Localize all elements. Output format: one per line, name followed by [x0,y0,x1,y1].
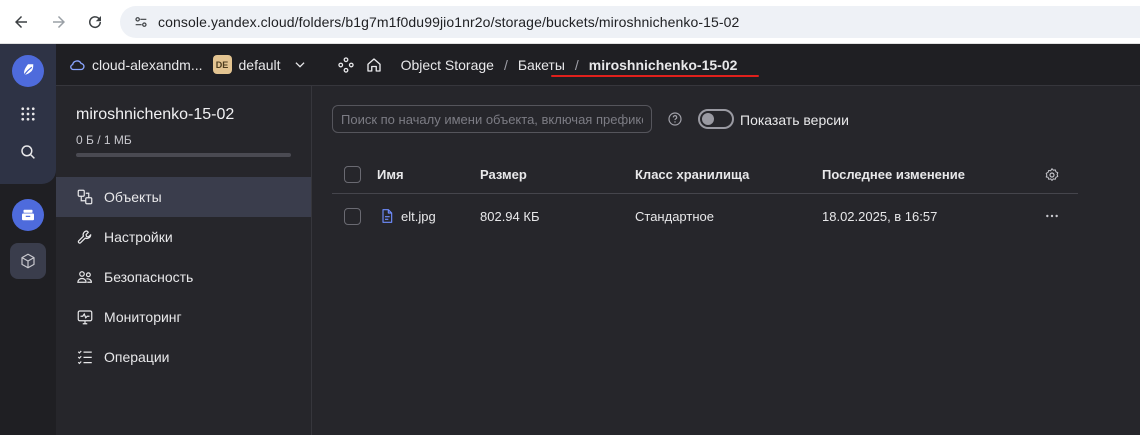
folder-badge: DE [212,55,232,74]
table-row[interactable]: elt.jpg 802.94 КБ Стандартное 18.02.2025… [332,194,1078,238]
file-name-cell[interactable]: elt.jpg [379,194,436,238]
yandex-cloud-logo-icon[interactable] [12,55,44,87]
toggle-knob [702,113,714,125]
red-underline-annotation [551,75,759,77]
file-name[interactable]: elt.jpg [401,209,436,224]
sidebar-item-label: Мониторинг [104,309,182,325]
sidebar-item-operations[interactable]: Операции [56,337,311,377]
help-icon[interactable] [667,111,683,127]
gear-icon [1045,167,1059,181]
column-header-name[interactable]: Имя [377,156,404,193]
chevron-down-icon[interactable] [293,58,307,72]
select-all-checkbox-cell [344,156,361,193]
address-bar[interactable]: console.yandex.cloud/folders/b1g7m1f0du9… [120,6,1140,38]
browser-toolbar: console.yandex.cloud/folders/b1g7m1f0du9… [0,0,1140,44]
sidebar-item-label: Объекты [104,189,162,205]
breadcrumb-separator: / [574,56,579,73]
table-header: Имя Размер Класс хранилища Последнее изм… [332,156,1078,194]
file-modified: 18.02.2025, в 16:57 [822,208,938,224]
sidebar-item-label: Настройки [104,229,173,245]
bucket-title: miroshnichenko-15-02 [76,106,235,123]
column-header-storage-class[interactable]: Класс хранилища [635,156,749,193]
sidebar-item-settings[interactable]: Настройки [56,217,311,257]
sidebar-item-label: Операции [104,349,170,365]
arrow-left-icon [15,16,27,28]
sidebar-item-label: Безопасность [104,269,194,285]
list-icon [77,350,92,365]
column-header-size[interactable]: Размер [480,156,527,193]
search-icon[interactable] [10,134,46,170]
file-icon [382,209,393,223]
column-header-modified[interactable]: Последнее изменение [822,156,965,193]
forward-button[interactable] [46,9,72,35]
usage-progress-bar [76,153,291,157]
sidebar-item-monitoring[interactable]: Мониторинг [56,297,311,337]
file-size: 802.94 КБ [480,208,540,224]
users-icon [77,271,92,283]
select-all-checkbox[interactable] [344,166,361,183]
reload-button[interactable] [82,9,108,35]
objects-table: Имя Размер Класс хранилища Последнее изм… [332,156,1078,238]
cloud-selector[interactable]: cloud-alexandm... [68,56,203,74]
cube-icon[interactable] [10,243,46,279]
back-button[interactable] [8,9,34,35]
monitor-icon [77,310,93,325]
wrench-icon [77,230,92,244]
site-settings-icon[interactable] [124,6,158,38]
objects-panel: Показать версии Имя Размер Класс хранили… [312,86,1140,435]
bucket-usage: 0 Б / 1 МБ [76,133,132,147]
cloud-icon [70,59,85,70]
show-versions-label[interactable]: Показать версии [740,112,849,128]
object-storage-icon[interactable] [12,199,44,231]
url-text[interactable]: console.yandex.cloud/folders/b1g7m1f0du9… [158,14,739,30]
top-header: cloud-alexandm... DE default Object Stor… [56,44,1140,86]
sidebar-item-objects[interactable]: Объекты [56,177,311,217]
show-versions-toggle[interactable] [698,109,734,129]
console-app: cloud-alexandm... DE default Object Stor… [0,44,1140,435]
service-map-icon[interactable] [337,56,355,74]
row-checkbox[interactable] [344,207,361,225]
cloud-name-label: cloud-alexandm... [92,56,203,73]
objects-icon [77,189,93,205]
search-box[interactable] [332,105,652,133]
folder-selector[interactable]: default [239,57,281,73]
breadcrumb-current-bucket: miroshnichenko-15-02 [588,56,738,73]
nav-rail [0,44,56,435]
bucket-sidebar: miroshnichenko-15-02 0 Б / 1 МБ Объекты … [56,86,312,435]
row-actions-button[interactable] [1044,194,1060,238]
services-grid-icon[interactable] [10,96,46,132]
file-storage-class: Стандартное [635,208,714,224]
breadcrumb-separator: / [503,56,508,73]
breadcrumb-object-storage[interactable]: Object Storage [401,57,494,73]
table-settings-button[interactable] [1044,156,1060,193]
breadcrumb-buckets[interactable]: Бакеты [518,57,565,73]
home-icon[interactable] [365,56,383,74]
search-input[interactable] [341,111,643,127]
more-horizontal-icon [1046,214,1058,218]
row-checkbox-cell [344,194,361,238]
sidebar-item-security[interactable]: Безопасность [56,257,311,297]
arrow-right-icon [53,16,65,28]
reload-icon [89,16,102,29]
